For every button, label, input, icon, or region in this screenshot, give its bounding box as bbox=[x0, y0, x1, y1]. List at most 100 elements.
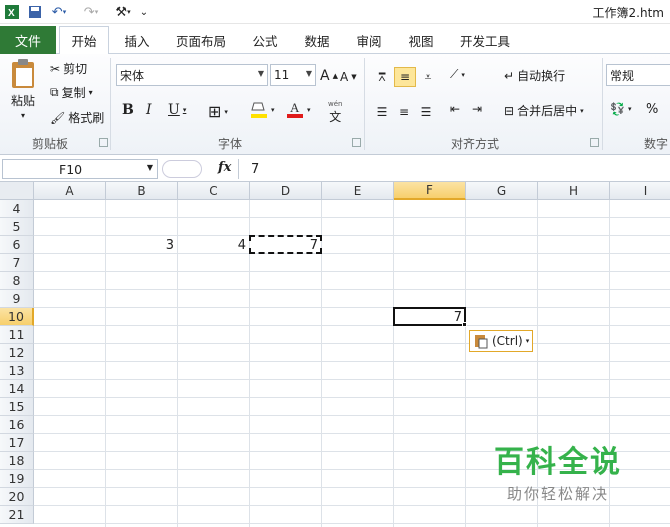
paste-options-button[interactable]: (Ctrl) ▾ bbox=[469, 330, 534, 352]
chevron-down-icon: ▼ bbox=[146, 163, 153, 172]
increase-indent-icon[interactable]: ⇥ bbox=[472, 102, 482, 116]
align-center-icon[interactable]: ≡ bbox=[394, 102, 414, 122]
select-all-corner[interactable] bbox=[0, 182, 34, 200]
copy-dropdown-icon: ▾ bbox=[88, 88, 93, 97]
row-header-4[interactable]: 4 bbox=[0, 200, 34, 218]
fill-handle[interactable] bbox=[462, 322, 467, 327]
alignment-launcher-icon[interactable] bbox=[590, 138, 599, 147]
align-right-icon[interactable]: ☰ bbox=[416, 102, 436, 122]
row-header-19[interactable]: 19 bbox=[0, 470, 34, 488]
customize-qat-icon[interactable]: ⌄ bbox=[138, 3, 150, 21]
row-header-7[interactable]: 7 bbox=[0, 254, 34, 272]
font-size-select[interactable]: 11 ▼ bbox=[270, 64, 316, 86]
cell-b6[interactable]: 3 bbox=[106, 236, 178, 254]
column-header-c[interactable]: C bbox=[178, 182, 250, 200]
row-header-8[interactable]: 8 bbox=[0, 272, 34, 290]
font-name-select[interactable]: 宋体 ▼ bbox=[116, 64, 268, 86]
column-header-a[interactable]: A bbox=[34, 182, 106, 200]
tools-icon[interactable]: ⚒ ▾ bbox=[112, 3, 134, 21]
column-header-h[interactable]: H bbox=[538, 182, 610, 200]
scissors-icon: ✂ bbox=[50, 61, 61, 76]
align-top-icon[interactable]: ⩞ bbox=[372, 67, 392, 87]
chevron-down-icon: ▾ bbox=[182, 106, 187, 114]
grid-line bbox=[34, 505, 670, 506]
number-group-label: 数字 bbox=[644, 137, 669, 151]
tab-home[interactable]: 开始 bbox=[59, 26, 109, 55]
tab-view[interactable]: 视图 bbox=[400, 26, 442, 54]
fill-color-button[interactable]: ▾ bbox=[250, 100, 275, 120]
percent-button[interactable]: % bbox=[646, 102, 658, 117]
row-header-11[interactable]: 11 bbox=[0, 326, 34, 344]
redo-icon[interactable]: ↷ ▾ bbox=[80, 3, 102, 21]
watermark-subtitle: 助你轻松解决 bbox=[506, 485, 609, 503]
undo-icon[interactable]: ↶ ▾ bbox=[48, 3, 70, 21]
row-header-5[interactable]: 5 bbox=[0, 218, 34, 236]
orientation-icon[interactable]: ⟋ ▾ bbox=[450, 67, 465, 82]
tab-data[interactable]: 数据 bbox=[296, 26, 338, 54]
chevron-down-icon: ▼ bbox=[257, 69, 264, 78]
font-color-button[interactable]: A ▾ bbox=[286, 100, 311, 120]
row-header-6[interactable]: 6 bbox=[0, 236, 34, 254]
insert-function-icon[interactable]: fx bbox=[218, 160, 231, 175]
cell-c6[interactable]: 4 bbox=[178, 236, 250, 254]
active-cell[interactable] bbox=[393, 307, 466, 326]
column-header-d[interactable]: D bbox=[250, 182, 322, 200]
row-header-9[interactable]: 9 bbox=[0, 290, 34, 308]
tab-page-layout[interactable]: 页面布局 bbox=[166, 26, 236, 54]
window-title: 工作簿2.htm bbox=[592, 6, 664, 20]
align-middle-icon[interactable]: ≡ bbox=[394, 67, 416, 87]
row-header-13[interactable]: 13 bbox=[0, 362, 34, 380]
chevron-down-icon: ▾ bbox=[525, 337, 530, 345]
wrap-text-button[interactable]: ↵ 自动换行 bbox=[504, 67, 565, 84]
align-left-icon[interactable]: ☰ bbox=[372, 102, 392, 122]
watermark: 百科全说 助你轻松解决 bbox=[494, 437, 622, 504]
row-header-15[interactable]: 15 bbox=[0, 398, 34, 416]
clipboard-launcher-icon[interactable] bbox=[99, 138, 108, 147]
align-bottom-icon[interactable]: ⩡ bbox=[418, 67, 438, 87]
merge-center-button[interactable]: ⊟ 合并后居中 ▾ bbox=[504, 102, 584, 119]
column-header-e[interactable]: E bbox=[322, 182, 394, 200]
column-header-g[interactable]: G bbox=[466, 182, 538, 200]
phonetic-button[interactable]: wén 文 bbox=[328, 100, 342, 125]
bold-button[interactable]: B bbox=[122, 102, 134, 118]
row-header-12[interactable]: 12 bbox=[0, 344, 34, 362]
column-header-i[interactable]: I bbox=[610, 182, 670, 200]
decrease-indent-icon[interactable]: ⇤ bbox=[450, 102, 460, 116]
name-box[interactable]: F10 ▼ bbox=[2, 159, 158, 179]
currency-format-icon[interactable]: 💱 ▾ bbox=[610, 102, 631, 116]
group-divider bbox=[602, 58, 603, 150]
row-header-21[interactable]: 21 bbox=[0, 506, 34, 524]
paste-label: 粘贴 bbox=[10, 94, 35, 108]
merge-center-label: 合并后居中 bbox=[517, 104, 578, 118]
row-header-10[interactable]: 10 bbox=[0, 308, 34, 326]
grid-line bbox=[34, 217, 670, 218]
paste-button[interactable]: 粘贴 ▾ bbox=[6, 58, 40, 128]
paste-icon bbox=[473, 333, 489, 349]
tab-insert[interactable]: 插入 bbox=[114, 26, 160, 54]
tab-developer[interactable]: 开发工具 bbox=[452, 26, 518, 54]
cut-button[interactable]: ✂ 剪切 bbox=[50, 60, 87, 77]
underline-button[interactable]: U ▾ bbox=[168, 102, 186, 118]
borders-button[interactable]: ⊞ ▾ bbox=[208, 102, 228, 121]
italic-button[interactable]: I bbox=[146, 102, 152, 118]
tab-file[interactable]: 文件 bbox=[0, 26, 56, 54]
save-icon[interactable] bbox=[26, 3, 44, 21]
font-launcher-icon[interactable] bbox=[352, 138, 361, 147]
format-painter-button[interactable]: 🖌 格式刷 bbox=[50, 109, 104, 126]
number-format-select[interactable]: 常规 bbox=[606, 64, 670, 86]
tab-review[interactable]: 审阅 bbox=[348, 26, 390, 54]
column-header-f[interactable]: F bbox=[394, 182, 466, 200]
row-header-16[interactable]: 16 bbox=[0, 416, 34, 434]
decrease-font-icon[interactable]: A ▼ bbox=[340, 70, 357, 84]
copy-button[interactable]: ⧉ 复制 ▾ bbox=[50, 84, 93, 101]
tab-formulas[interactable]: 公式 bbox=[244, 26, 286, 54]
increase-font-icon[interactable]: A ▲ bbox=[320, 68, 338, 84]
formula-bar-resize-handle[interactable] bbox=[162, 160, 202, 178]
row-header-17[interactable]: 17 bbox=[0, 434, 34, 452]
formula-input[interactable]: 7 bbox=[238, 159, 670, 179]
row-header-20[interactable]: 20 bbox=[0, 488, 34, 506]
row-header-14[interactable]: 14 bbox=[0, 380, 34, 398]
row-header-18[interactable]: 18 bbox=[0, 452, 34, 470]
grid-line bbox=[34, 523, 670, 524]
column-header-b[interactable]: B bbox=[106, 182, 178, 200]
